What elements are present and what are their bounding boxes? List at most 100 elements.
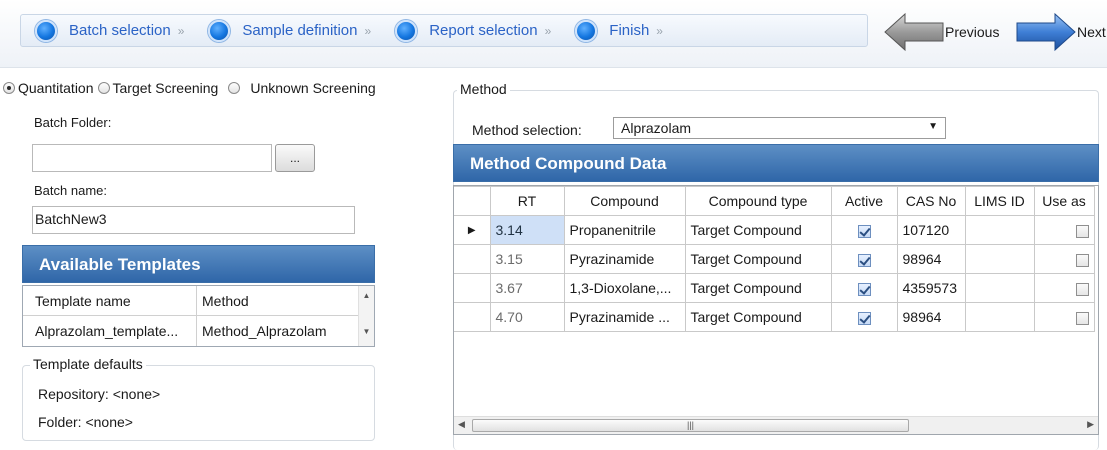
column-header[interactable]: Use as <box>1033 186 1095 216</box>
horizontal-scrollbar[interactable]: ◀ ||| ▶ <box>454 416 1098 434</box>
method-group-title: Method <box>457 81 510 97</box>
chevron-right-icon: » <box>544 23 552 38</box>
active-cell <box>830 302 898 332</box>
scroll-right-icon[interactable]: ▶ <box>1087 419 1094 430</box>
batch-name-label: Batch name: <box>34 183 107 198</box>
active-checkbox[interactable] <box>857 224 871 238</box>
step-report-selection[interactable]: Report selection » <box>395 19 552 42</box>
table-row[interactable]: 3.67 1,3-Dioxolane,... Target Compound 4… <box>454 273 1095 303</box>
template-name-cell: Alprazolam_template... <box>23 316 197 346</box>
cas-cell[interactable]: 98964 <box>896 302 966 332</box>
active-cell <box>830 215 898 245</box>
step-indicator-icon <box>35 19 57 42</box>
rt-cell[interactable]: 3.67 <box>489 273 565 303</box>
compound-cell[interactable]: 1,3-Dioxolane,... <box>563 273 686 303</box>
compound-cell[interactable]: Pyrazinamide ... <box>563 302 686 332</box>
template-defaults-title: Template defaults <box>30 356 146 372</box>
cas-cell[interactable]: 4359573 <box>896 273 966 303</box>
wizard-bar: Batch selection » Sample definition » Re… <box>0 0 1107 68</box>
active-checkbox[interactable] <box>857 311 871 325</box>
next-button[interactable]: Next <box>1015 12 1106 52</box>
browse-button[interactable]: ... <box>275 144 315 172</box>
use-as-checkbox[interactable] <box>1075 311 1089 325</box>
radio-quantitation[interactable]: Quantitation <box>3 80 94 96</box>
lims-cell[interactable] <box>964 215 1035 245</box>
compound-cell[interactable]: Propanenitrile <box>563 215 686 245</box>
column-header[interactable]: LIMS ID <box>964 186 1035 216</box>
cas-cell[interactable]: 98964 <box>896 244 966 274</box>
next-label: Next <box>1077 24 1106 40</box>
active-cell <box>830 244 898 274</box>
radio-label: Quantitation <box>18 80 94 96</box>
vertical-scrollbar[interactable]: ▲ ▼ <box>358 286 374 346</box>
scroll-up-icon[interactable]: ▲ <box>359 291 374 300</box>
column-header[interactable]: Method <box>197 286 359 315</box>
method-compound-data-header: Method Compound Data <box>453 144 1099 182</box>
scroll-thumb[interactable]: ||| <box>472 419 909 432</box>
chevron-right-icon: » <box>364 23 372 38</box>
template-method-cell: Method_Alprazolam <box>202 323 327 339</box>
step-indicator-icon <box>395 19 418 42</box>
method-selection-label: Method selection: <box>472 122 582 138</box>
table-row[interactable]: ▶ 3.14 Propanenitrile Target Compound 10… <box>454 215 1095 245</box>
step-sample-definition[interactable]: Sample definition » <box>208 19 372 42</box>
cas-cell[interactable]: 107120 <box>896 215 966 245</box>
step-indicator-icon <box>575 19 598 42</box>
table-row[interactable]: 4.70 Pyrazinamide ... Target Compound 98… <box>454 302 1095 332</box>
use-as-cell <box>1033 244 1095 274</box>
use-as-cell <box>1033 273 1095 303</box>
column-header[interactable]: Compound type <box>684 186 832 216</box>
rt-cell[interactable]: 3.15 <box>489 244 565 274</box>
scroll-left-icon[interactable]: ◀ <box>458 419 465 430</box>
compound-cell[interactable]: Pyrazinamide <box>563 244 686 274</box>
radio-label: Unknown Screening <box>250 80 376 96</box>
column-header[interactable]: Compound <box>563 186 686 216</box>
column-header[interactable]: Active <box>830 186 898 216</box>
rt-cell[interactable]: 3.14 <box>489 215 565 245</box>
available-templates-header: Available Templates <box>22 245 375 283</box>
compound-type-cell[interactable]: Target Compound <box>684 273 832 303</box>
active-checkbox[interactable] <box>857 253 871 267</box>
batch-folder-label: Batch Folder: <box>34 115 112 130</box>
step-finish[interactable]: Finish » <box>575 19 663 42</box>
radio-unselected-icon <box>97 82 110 94</box>
radio-unselected-icon <box>228 82 241 94</box>
use-as-checkbox[interactable] <box>1075 282 1089 296</box>
table-row[interactable]: 3.15 Pyrazinamide Target Compound 98964 <box>454 244 1095 274</box>
use-as-checkbox[interactable] <box>1075 253 1089 267</box>
method-selection-dropdown[interactable]: Alprazolam ▼ <box>613 117 946 139</box>
compound-type-cell[interactable]: Target Compound <box>684 215 832 245</box>
compound-grid: RT Compound Compound type Active CAS No … <box>453 185 1099 435</box>
batch-name-field[interactable]: BatchNew3 <box>32 206 355 234</box>
use-as-cell <box>1033 215 1095 245</box>
arrow-left-icon <box>884 12 944 52</box>
compound-type-cell[interactable]: Target Compound <box>684 244 832 274</box>
column-header[interactable]: Template name <box>23 286 197 315</box>
lims-cell[interactable] <box>964 302 1035 332</box>
row-header-corner <box>454 186 491 216</box>
batch-folder-field[interactable] <box>32 144 272 172</box>
row-header <box>454 273 491 303</box>
step-indicator-icon <box>208 19 231 42</box>
radio-label: Target Screening <box>112 80 219 96</box>
compound-type-cell[interactable]: Target Compound <box>684 302 832 332</box>
previous-button[interactable]: Previous <box>883 12 999 52</box>
step-batch-selection[interactable]: Batch selection » <box>35 19 184 42</box>
step-label: Report selection <box>429 22 538 39</box>
step-label: Batch selection <box>69 22 171 39</box>
scroll-down-icon[interactable]: ▼ <box>359 327 374 336</box>
lims-cell[interactable] <box>964 244 1035 274</box>
lims-cell[interactable] <box>964 273 1035 303</box>
column-header[interactable]: CAS No <box>896 186 966 216</box>
templates-table: Template name Method Alprazolam_template… <box>22 285 375 347</box>
radio-target-screening[interactable]: Target Screening <box>97 80 219 96</box>
active-checkbox[interactable] <box>857 282 871 296</box>
column-header[interactable]: RT <box>489 186 565 216</box>
use-as-cell <box>1033 302 1095 332</box>
radio-unknown-screening[interactable]: Unknown Screening <box>228 80 376 96</box>
method-selection-value: Alprazolam <box>621 120 692 136</box>
chevron-right-icon: » <box>656 23 663 38</box>
rt-cell[interactable]: 4.70 <box>489 302 565 332</box>
table-row[interactable]: Alprazolam_template... Method_Alprazolam <box>23 316 374 346</box>
use-as-checkbox[interactable] <box>1075 224 1089 238</box>
